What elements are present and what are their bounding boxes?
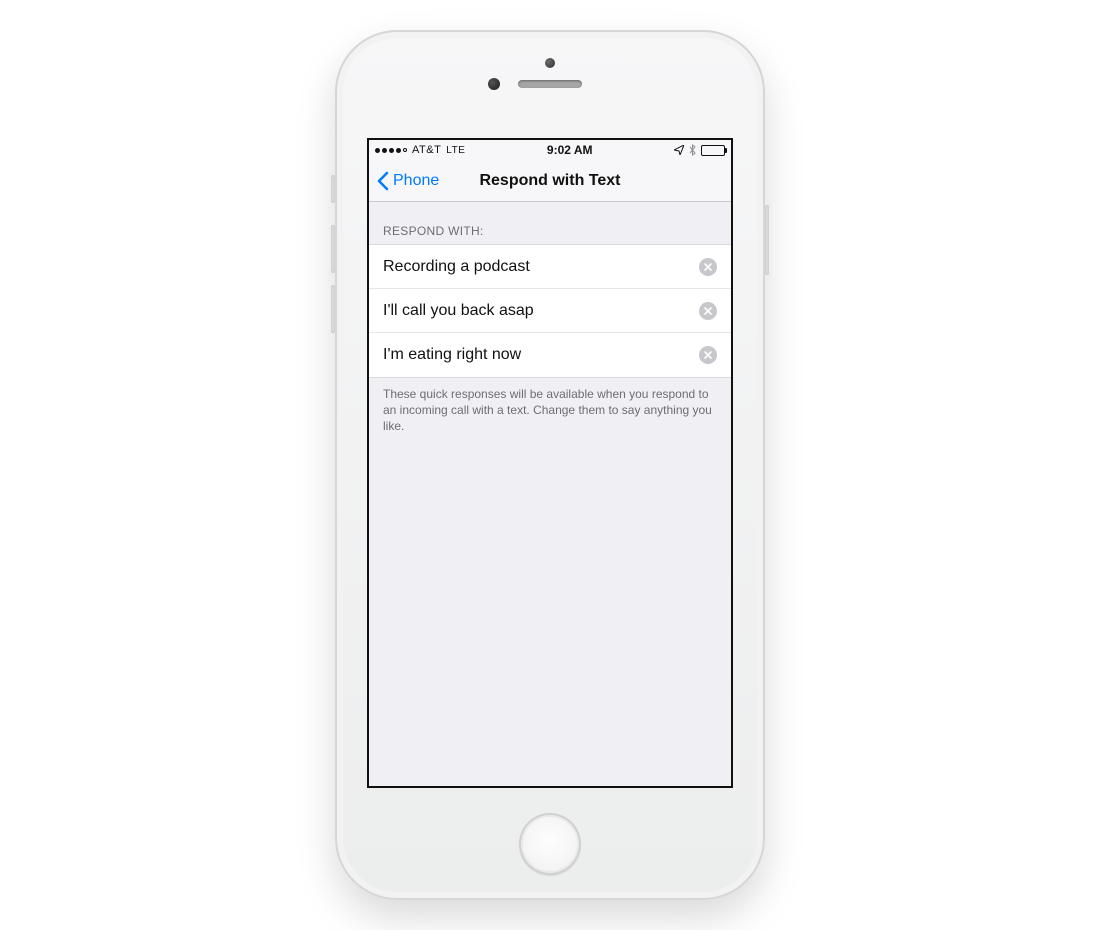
close-icon bbox=[704, 263, 712, 271]
front-camera bbox=[488, 78, 500, 90]
chevron-left-icon bbox=[377, 171, 389, 191]
home-button[interactable] bbox=[519, 813, 581, 875]
network-type-label: LTE bbox=[446, 145, 465, 156]
response-row[interactable] bbox=[369, 333, 731, 377]
iphone-device-frame: AT&T LTE 9:02 AM Phone bbox=[335, 30, 765, 900]
battery-icon bbox=[701, 145, 725, 156]
response-input[interactable] bbox=[383, 302, 689, 320]
mute-switch bbox=[331, 175, 335, 203]
back-label: Phone bbox=[393, 172, 439, 190]
response-row[interactable] bbox=[369, 289, 731, 333]
close-icon bbox=[704, 351, 712, 359]
response-input[interactable] bbox=[383, 258, 689, 276]
back-button[interactable]: Phone bbox=[377, 171, 439, 191]
settings-content[interactable]: RESPOND WITH: bbox=[369, 202, 731, 786]
bluetooth-icon bbox=[689, 144, 696, 156]
volume-down-button bbox=[331, 285, 335, 333]
close-icon bbox=[704, 307, 712, 315]
section-header: RESPOND WITH: bbox=[369, 202, 731, 244]
carrier-label: AT&T bbox=[412, 144, 441, 156]
volume-up-button bbox=[331, 225, 335, 273]
clear-button[interactable] bbox=[699, 302, 717, 320]
earpiece-speaker bbox=[518, 80, 582, 88]
device-screen: AT&T LTE 9:02 AM Phone bbox=[367, 138, 733, 788]
signal-strength-icon bbox=[375, 148, 407, 153]
clock-label: 9:02 AM bbox=[547, 143, 593, 157]
power-button bbox=[765, 205, 769, 275]
navigation-bar: Phone Respond with Text bbox=[369, 160, 731, 202]
location-icon bbox=[674, 145, 684, 155]
response-row[interactable] bbox=[369, 245, 731, 289]
section-footer: These quick responses will be available … bbox=[369, 378, 731, 443]
status-bar: AT&T LTE 9:02 AM bbox=[369, 140, 731, 160]
proximity-sensor bbox=[545, 58, 555, 68]
clear-button[interactable] bbox=[699, 258, 717, 276]
top-sensor-cluster bbox=[335, 58, 765, 138]
responses-group bbox=[369, 244, 731, 378]
clear-button[interactable] bbox=[699, 346, 717, 364]
response-input[interactable] bbox=[383, 346, 689, 364]
